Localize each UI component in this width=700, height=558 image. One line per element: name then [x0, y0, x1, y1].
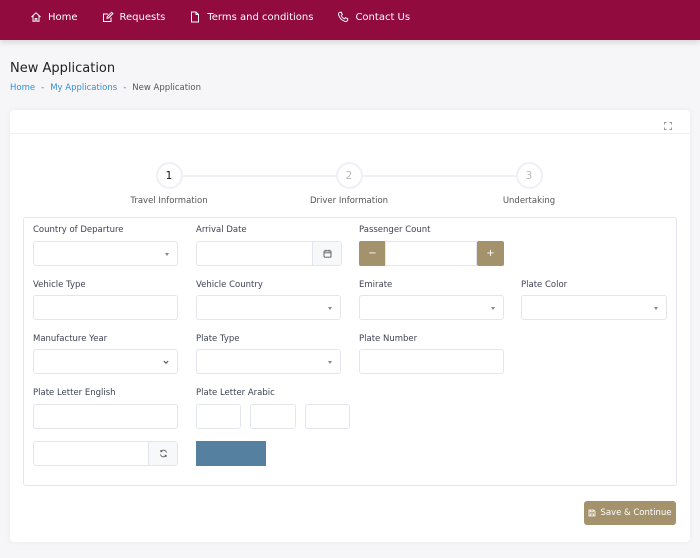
- captcha-image: [196, 441, 266, 466]
- main-nav: Home Requests Terms and conditions Conta…: [30, 0, 434, 34]
- step-label: Travel Information: [130, 196, 208, 206]
- breadcrumb-separator: -: [41, 83, 45, 93]
- caret-down-icon: [491, 307, 495, 310]
- country-of-departure-select[interactable]: [33, 241, 178, 266]
- step-number: 1: [155, 162, 183, 189]
- breadcrumb-current: New Application: [132, 83, 202, 93]
- plate-letter-arabic-input-1[interactable]: [196, 404, 241, 429]
- plate-type-select[interactable]: [196, 349, 341, 374]
- caret-down-icon: [654, 307, 658, 310]
- phone-icon: [337, 11, 349, 23]
- wizard-stepper: 1 Travel Information 2 Driver Informatio…: [10, 162, 690, 212]
- calendar-button[interactable]: [312, 242, 341, 265]
- vehicle-country-select[interactable]: [196, 295, 341, 320]
- arrival-date-label: Arrival Date: [196, 225, 247, 235]
- step-number: 3: [515, 162, 543, 189]
- nav-item-contact[interactable]: Contact Us: [337, 11, 410, 23]
- calendar-icon: [323, 249, 331, 258]
- top-navbar: Home Requests Terms and conditions Conta…: [0, 0, 700, 40]
- plate-letter-arabic-label: Plate Letter Arabic: [196, 388, 275, 398]
- nav-label: Requests: [119, 11, 166, 23]
- caret-down-icon: [328, 307, 332, 310]
- caret-down-icon: [328, 361, 332, 364]
- vehicle-type-label: Vehicle Type: [33, 280, 86, 290]
- nav-item-terms[interactable]: Terms and conditions: [189, 11, 313, 23]
- passenger-count-input[interactable]: [385, 241, 477, 266]
- passenger-count-stepper: − +: [359, 241, 504, 266]
- page-title: New Application: [10, 61, 116, 76]
- vehicle-country-label: Vehicle Country: [196, 280, 263, 290]
- fullscreen-icon[interactable]: [664, 122, 672, 130]
- card-header: [10, 110, 690, 134]
- vehicle-type-input[interactable]: [33, 295, 178, 320]
- caret-down-icon: [165, 253, 169, 256]
- step-travel-information[interactable]: 1 Travel Information: [109, 162, 229, 206]
- nav-label: Home: [48, 11, 78, 23]
- step-label: Undertaking: [502, 196, 556, 206]
- edit-icon: [102, 11, 114, 23]
- save-and-continue-button[interactable]: Save & Continue: [584, 501, 676, 525]
- arrival-date-input[interactable]: [196, 241, 342, 266]
- passenger-count-label: Passenger Count: [359, 225, 431, 235]
- manufacture-year-label: Manufacture Year: [33, 334, 108, 344]
- step-number: 2: [335, 162, 363, 189]
- plate-number-label: Plate Number: [359, 334, 418, 344]
- breadcrumb-home[interactable]: Home: [10, 83, 35, 93]
- chevron-down-icon: [163, 360, 169, 364]
- save-icon: [589, 509, 596, 517]
- home-icon: [30, 11, 42, 23]
- plate-letter-english-label: Plate Letter English: [33, 388, 116, 398]
- plate-color-label: Plate Color: [521, 280, 568, 290]
- refresh-captcha-button[interactable]: [148, 442, 177, 465]
- travel-form: Country of Departure Arrival Date Passen…: [23, 217, 677, 486]
- manufacture-year-select[interactable]: [33, 349, 178, 374]
- refresh-icon: [159, 449, 167, 458]
- application-card: 1 Travel Information 2 Driver Informatio…: [10, 110, 690, 542]
- step-driver-information[interactable]: 2 Driver Information: [289, 162, 409, 206]
- nav-item-home[interactable]: Home: [30, 11, 78, 23]
- breadcrumb: Home - My Applications - New Application: [10, 83, 201, 93]
- decrement-button[interactable]: −: [359, 241, 386, 266]
- file-icon: [189, 11, 201, 23]
- plate-letter-arabic-input-2[interactable]: [250, 404, 296, 429]
- breadcrumb-separator: -: [123, 83, 127, 93]
- emirate-select[interactable]: [359, 295, 504, 320]
- save-label: Save & Continue: [600, 508, 672, 518]
- nav-label: Terms and conditions: [207, 11, 314, 23]
- breadcrumb-my-applications[interactable]: My Applications: [50, 83, 117, 93]
- nav-item-requests[interactable]: Requests: [102, 11, 166, 23]
- country-of-departure-label: Country of Departure: [33, 225, 124, 235]
- nav-label: Contact Us: [355, 11, 411, 23]
- plate-type-label: Plate Type: [196, 334, 240, 344]
- step-label: Driver Information: [309, 196, 389, 206]
- plate-letter-arabic-input-3[interactable]: [305, 404, 350, 429]
- plate-number-input[interactable]: [359, 349, 504, 374]
- plate-color-select[interactable]: [521, 295, 667, 320]
- plate-letter-english-input[interactable]: [33, 404, 178, 429]
- captcha-input[interactable]: [33, 441, 178, 466]
- emirate-label: Emirate: [359, 280, 393, 290]
- increment-button[interactable]: +: [477, 241, 504, 266]
- step-undertaking[interactable]: 3 Undertaking: [469, 162, 589, 206]
